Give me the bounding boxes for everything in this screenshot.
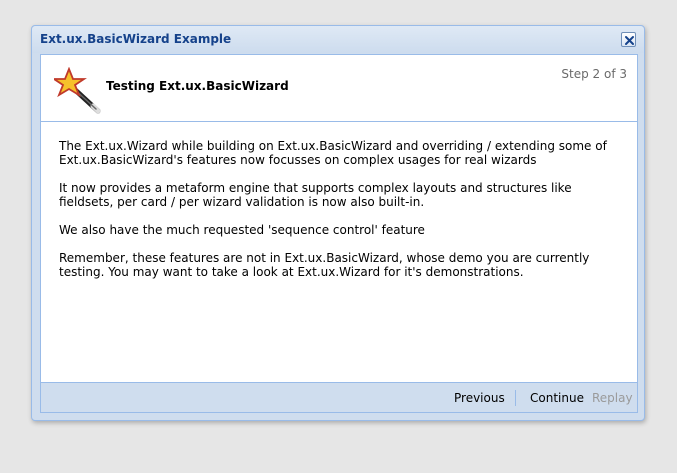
wizard-card-content: The Ext.ux.Wizard while building on Ext.… — [59, 139, 621, 293]
replay-button: Replay — [592, 391, 633, 405]
wizard-header: Testing Ext.ux.BasicWizard Step 2 of 3 — [41, 55, 637, 122]
close-button[interactable] — [621, 32, 636, 47]
content-paragraph: Remember, these features are not in Ext.… — [59, 251, 590, 279]
previous-button[interactable]: Previous — [454, 391, 505, 405]
wizard-header-title: Testing Ext.ux.BasicWizard — [106, 79, 289, 93]
window-title: Ext.ux.BasicWizard Example — [40, 32, 232, 46]
close-icon — [625, 36, 634, 45]
step-indicator: Step 2 of 3 — [561, 67, 627, 81]
wizard-body: Testing Ext.ux.BasicWizard Step 2 of 3 T… — [40, 54, 638, 413]
content-paragraph: The Ext.ux.Wizard while building on Ext.… — [59, 139, 607, 167]
content-paragraph: We also have the much requested 'sequenc… — [59, 223, 425, 237]
continue-button[interactable]: Continue — [530, 391, 584, 405]
window-titlebar[interactable]: Ext.ux.BasicWizard Example — [32, 26, 644, 53]
button-separator — [515, 390, 516, 406]
magic-wand-icon — [54, 67, 101, 114]
wizard-window: Ext.ux.BasicWizard Example Testing Ext.u… — [31, 25, 645, 421]
wizard-footer: Previous Continue Replay — [41, 382, 637, 412]
content-paragraph: It now provides a metaform engine that s… — [59, 181, 572, 209]
